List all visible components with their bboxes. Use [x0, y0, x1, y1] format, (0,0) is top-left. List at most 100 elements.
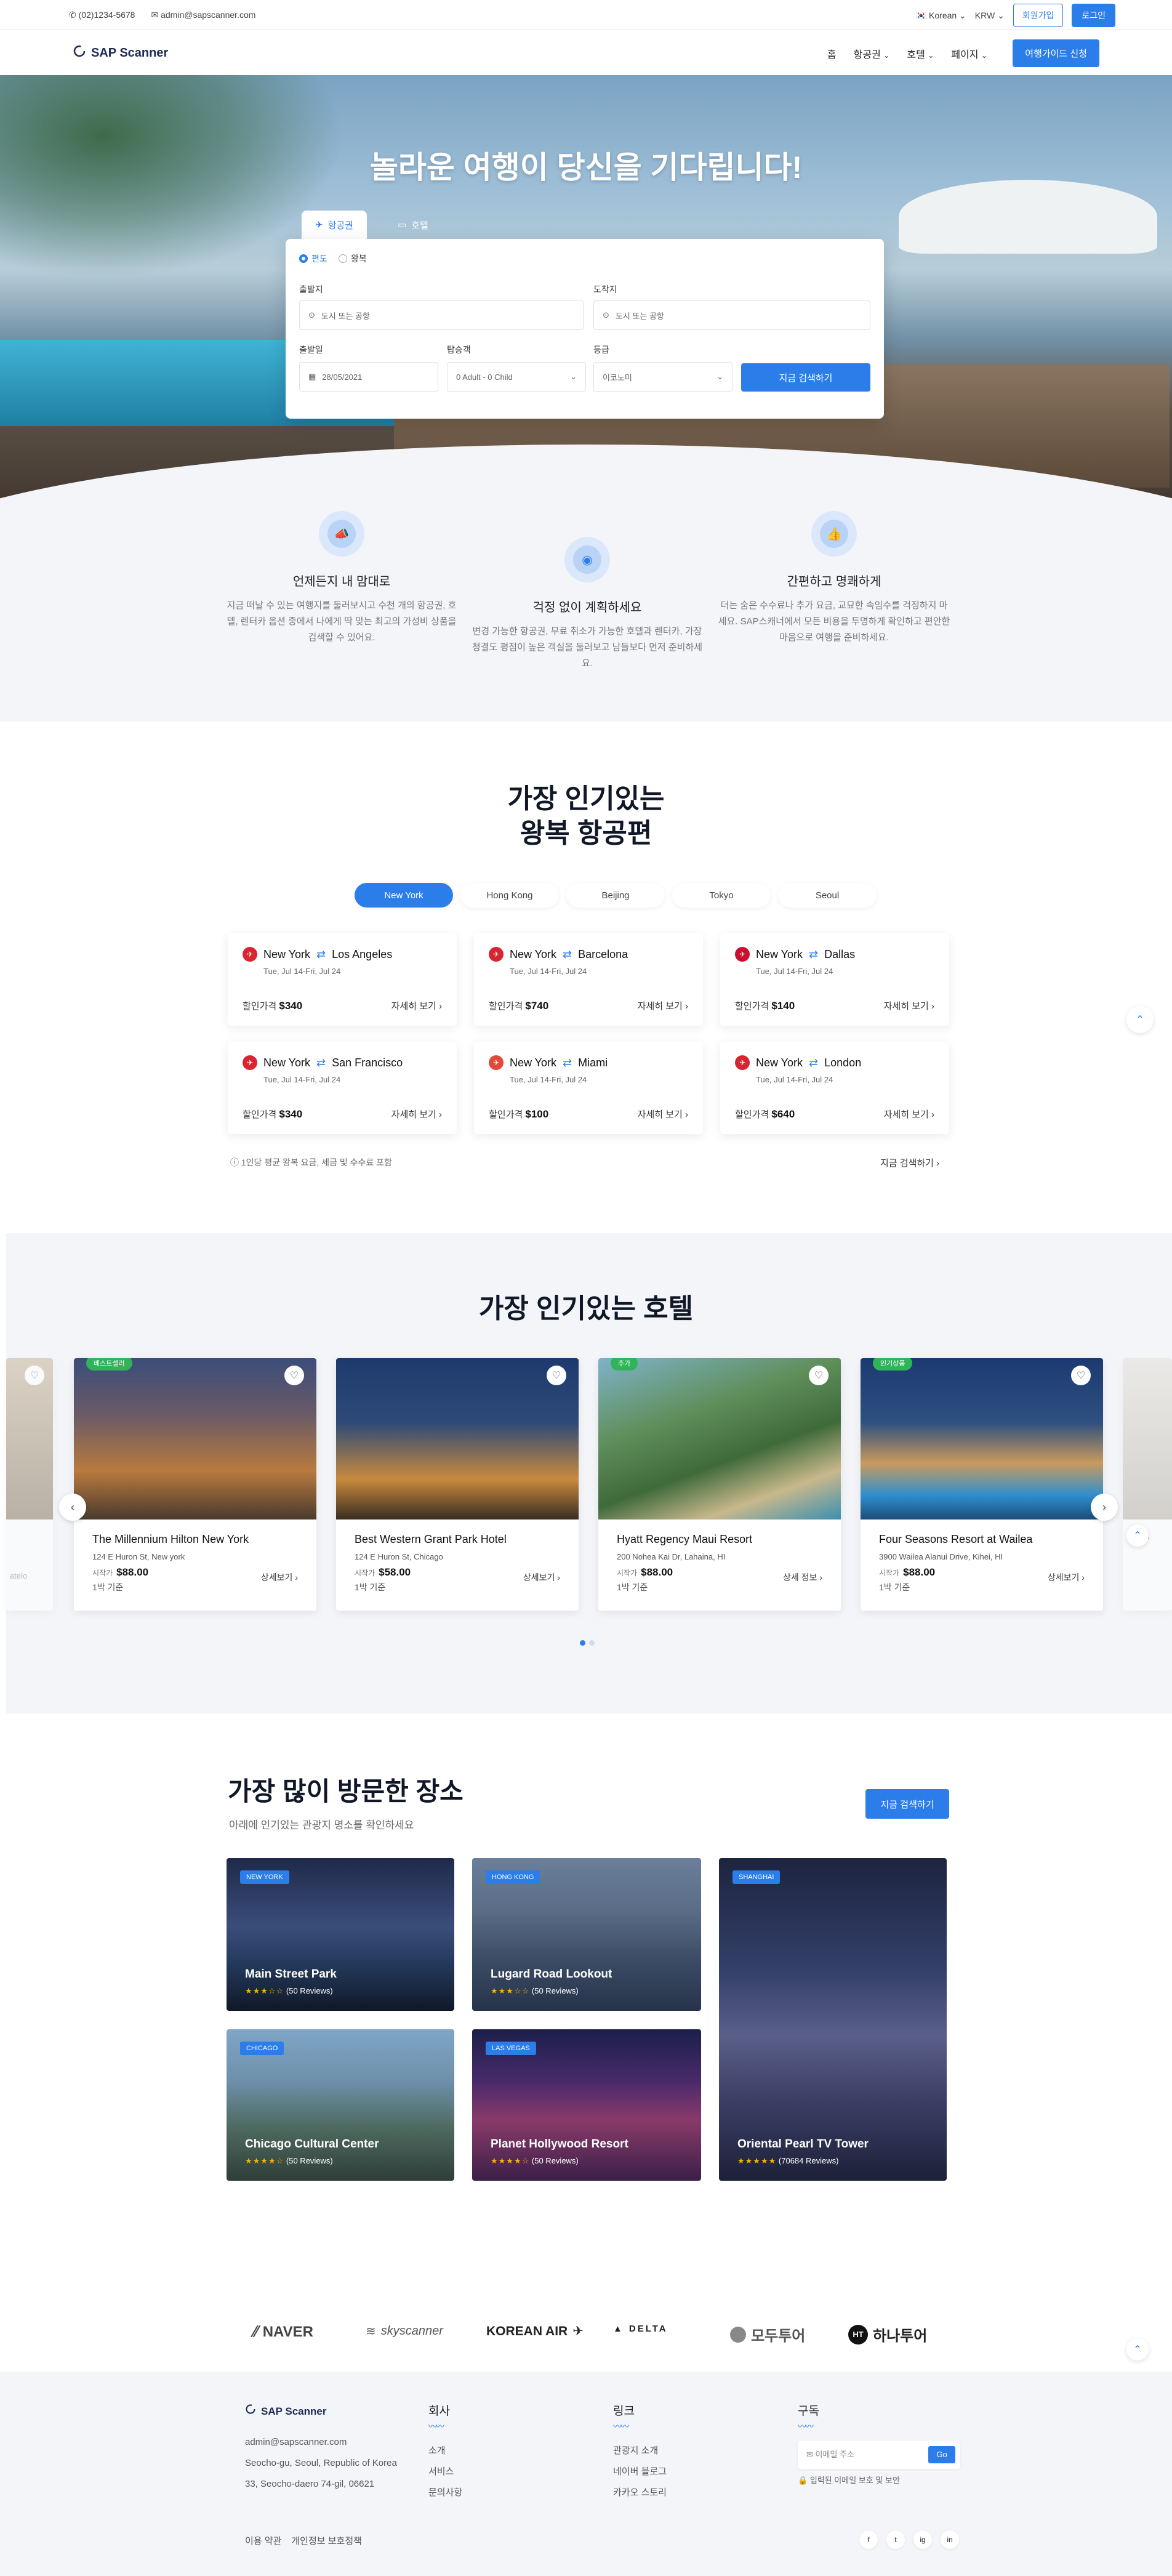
flight-card[interactable]: ✈ New York ⇄ London Tue, Jul 14-Fri, Jul 24… [720, 1042, 949, 1134]
destination-name: Oriental Pearl TV Tower [737, 2138, 869, 2151]
city-tab-seoul[interactable]: Seoul [778, 883, 877, 908]
price-label: 할인가격 [735, 1109, 769, 1120]
footer-logo[interactable]: SAP Scanner [245, 2404, 397, 2420]
language-select[interactable]: 🇰🇷 Korean ⌄ [916, 10, 966, 21]
nav-flights[interactable]: 항공권 ⌄ [854, 46, 890, 61]
destination-card[interactable]: HONG KONG Lugard Road Lookout ★★★☆☆ (50 … [472, 1858, 701, 2011]
flight-card[interactable]: ✈ New York ⇄ Dallas Tue, Jul 14-Fri, Jul 24… [720, 933, 949, 1026]
destination-card[interactable]: NEW YORK Main Street Park ★★★☆☆ (50 Revi… [227, 1858, 454, 2011]
carousel-dot[interactable] [589, 1640, 595, 1646]
twitter-icon[interactable]: t [886, 2530, 905, 2549]
heart-icon[interactable]: ♡ [809, 1366, 829, 1385]
facebook-icon[interactable]: f [859, 2530, 878, 2549]
flight-details-link[interactable]: 자세히 보기 › [391, 999, 442, 1012]
instagram-icon[interactable]: ig [913, 2530, 932, 2549]
login-button[interactable]: 로그인 [1072, 4, 1115, 27]
footer-link-kakao-story[interactable]: 카카오 스토리 [613, 2487, 667, 2498]
nav-hotels[interactable]: 호텔 ⌄ [907, 46, 934, 61]
site-logo[interactable]: SAP Scanner [73, 44, 168, 62]
hotel-card[interactable]: 인기상품 ♡ Four Seasons Resort at Wailea 390… [861, 1358, 1103, 1611]
destination-card[interactable]: LAS VEGAS Planet Hollywood Resort ★★★★☆ … [472, 2029, 701, 2181]
footer-link-services[interactable]: 서비스 [428, 2466, 454, 2477]
radio-roundtrip[interactable]: 왕복 [339, 252, 367, 265]
hotel-card-partial[interactable]: ♡ atelo [6, 1358, 53, 1611]
flight-details-link[interactable]: 자세히 보기 › [884, 999, 934, 1012]
heart-icon[interactable]: ♡ [284, 1366, 304, 1385]
flight-price: 할인가격 $340 [243, 1108, 302, 1121]
destination-card[interactable]: SHANGHAI Oriental Pearl TV Tower ★★★★★ (… [719, 1858, 947, 2181]
plane-icon: ✈ [315, 220, 323, 230]
footer-email[interactable]: admin@sapscanner.com [245, 2432, 397, 2453]
carousel-next-button[interactable]: › [1091, 1494, 1118, 1521]
subscribe-email-input[interactable]: ✉ 이메일 주소 [806, 2444, 854, 2465]
subscribe-go-button[interactable]: Go [928, 2446, 955, 2463]
korean-air-mark-icon: ✈ [572, 2324, 584, 2338]
to-label: 도착지 [593, 284, 617, 294]
chevron-right-icon: › [931, 1109, 934, 1120]
flights-search-link[interactable]: 지금 검색하기 › [880, 1156, 939, 1169]
footer-link-naver-blog[interactable]: 네이버 블로그 [613, 2466, 667, 2477]
hotel-card[interactable]: 베스트셀러 ♡ The Millennium Hilton New York 1… [74, 1358, 316, 1611]
city-tab-new-york[interactable]: New York [355, 883, 453, 908]
date-input[interactable]: ▦ 28/05/2021 [299, 362, 438, 392]
footer-brand-column: SAP Scanner admin@sapscanner.com Seocho-… [245, 2404, 397, 2495]
flight-details-link[interactable]: 자세히 보기 › [638, 1108, 688, 1121]
heart-icon[interactable]: ♡ [547, 1366, 566, 1385]
heart-icon[interactable]: ♡ [25, 1366, 44, 1385]
passengers-select[interactable]: 0 Adult - 0 Child ⌄ [447, 362, 586, 392]
hotel-details-link[interactable]: 상세보기 › [1048, 1571, 1085, 1584]
signup-button[interactable]: 회원가입 [1013, 4, 1064, 27]
feature-title: 간편하고 명쾌하게 [787, 575, 881, 589]
to-placeholder: 도시 또는 공항 [615, 311, 664, 321]
carousel-dot-active[interactable] [580, 1640, 585, 1646]
flight-details-link[interactable]: 자세히 보기 › [391, 1108, 442, 1121]
footer-link-tourism[interactable]: 관광지 소개 [613, 2445, 658, 2456]
to-input[interactable]: ⊙ 도시 또는 공항 [593, 300, 870, 330]
city-tab-tokyo[interactable]: Tokyo [672, 883, 771, 908]
hotel-card[interactable]: 추가 ♡ Hyatt Regency Maui Resort 200 Nohea… [598, 1358, 841, 1611]
hotel-card-partial[interactable]: s S [1123, 1358, 1172, 1611]
email-contact[interactable]: ✉ admin@sapscanner.com [151, 10, 255, 20]
footer-address-line2: 33, Seocho-daero 74-gil, 06621 [245, 2479, 375, 2489]
destination-rating: ★★★☆☆ (50 Reviews) [491, 1986, 579, 1996]
flight-details-link[interactable]: 자세히 보기 › [884, 1108, 934, 1121]
guide-request-button[interactable]: 여행가이드 신청 [1013, 39, 1099, 67]
hotel-details-link[interactable]: 상세 정보 › [783, 1571, 822, 1584]
hotel-card[interactable]: ♡ Best Western Grant Park Hotel 124 E Hu… [336, 1358, 579, 1611]
destinations-title: 가장 많이 방문한 장소 [228, 1777, 464, 1806]
class-select[interactable]: 이코노미 ⌄ [593, 362, 732, 392]
privacy-policy-link[interactable]: 개인정보 보호정책 [291, 2534, 362, 2547]
nav-home[interactable]: 홈 [827, 46, 837, 61]
carousel-prev-button[interactable]: ‹ [59, 1494, 86, 1521]
flight-card[interactable]: ✈ New York ⇄ Los Angeles Tue, Jul 14-Fri, J… [228, 933, 457, 1026]
destination-card[interactable]: CHICAGO Chicago Cultural Center ★★★★☆ (5… [227, 2029, 454, 2181]
destinations-search-button[interactable]: 지금 검색하기 [865, 1789, 949, 1819]
nav-pages[interactable]: 페이지 ⌄ [951, 46, 987, 61]
city-tab-hong-kong[interactable]: Hong Kong [460, 883, 559, 908]
flight-details-link[interactable]: 자세히 보기 › [638, 999, 688, 1012]
hotel-details-link[interactable]: 상세보기 › [261, 1571, 298, 1584]
search-button[interactable]: 지금 검색하기 [741, 363, 870, 392]
location-pin-icon: ⊙ [308, 310, 315, 320]
hotel-image: ♡ [6, 1358, 53, 1519]
phone-contact[interactable]: ✆ (02)1234-5678 [69, 10, 135, 20]
heart-icon[interactable]: ♡ [1071, 1366, 1091, 1385]
flight-card[interactable]: ✈ New York ⇄ Miami Tue, Jul 14-Fri, Jul 24 … [474, 1042, 703, 1134]
tab-hotels[interactable]: ▭ 호텔 [384, 211, 442, 239]
flight-card[interactable]: ✈ New York ⇄ Barcelona Tue, Jul 14-Fri, Jul… [474, 933, 703, 1026]
scroll-up-button[interactable]: ⌃ [1126, 1006, 1154, 1033]
tab-flights[interactable]: ✈ 항공권 [302, 211, 367, 239]
terms-link[interactable]: 이용 약관 [245, 2534, 281, 2547]
scroll-up-button[interactable]: ⌃ [1126, 1524, 1149, 1547]
scroll-up-button[interactable]: ⌃ [1126, 2338, 1149, 2361]
flight-card[interactable]: ✈ New York ⇄ San Francisco Tue, Jul 14-Fri,… [228, 1042, 457, 1134]
footer-link-contact[interactable]: 문의사항 [428, 2487, 462, 2498]
from-input[interactable]: ⊙ 도시 또는 공항 [299, 300, 584, 330]
linkedin-icon[interactable]: in [941, 2530, 959, 2549]
hotel-details-link[interactable]: 상세보기 › [523, 1571, 560, 1584]
date-value: 28/05/2021 [322, 372, 363, 382]
currency-select[interactable]: KRW ⌄ [975, 10, 1005, 21]
radio-oneway[interactable]: 편도 [299, 252, 327, 265]
city-tab-beijing[interactable]: Beijing [566, 883, 665, 908]
footer-link-about[interactable]: 소개 [428, 2445, 446, 2456]
